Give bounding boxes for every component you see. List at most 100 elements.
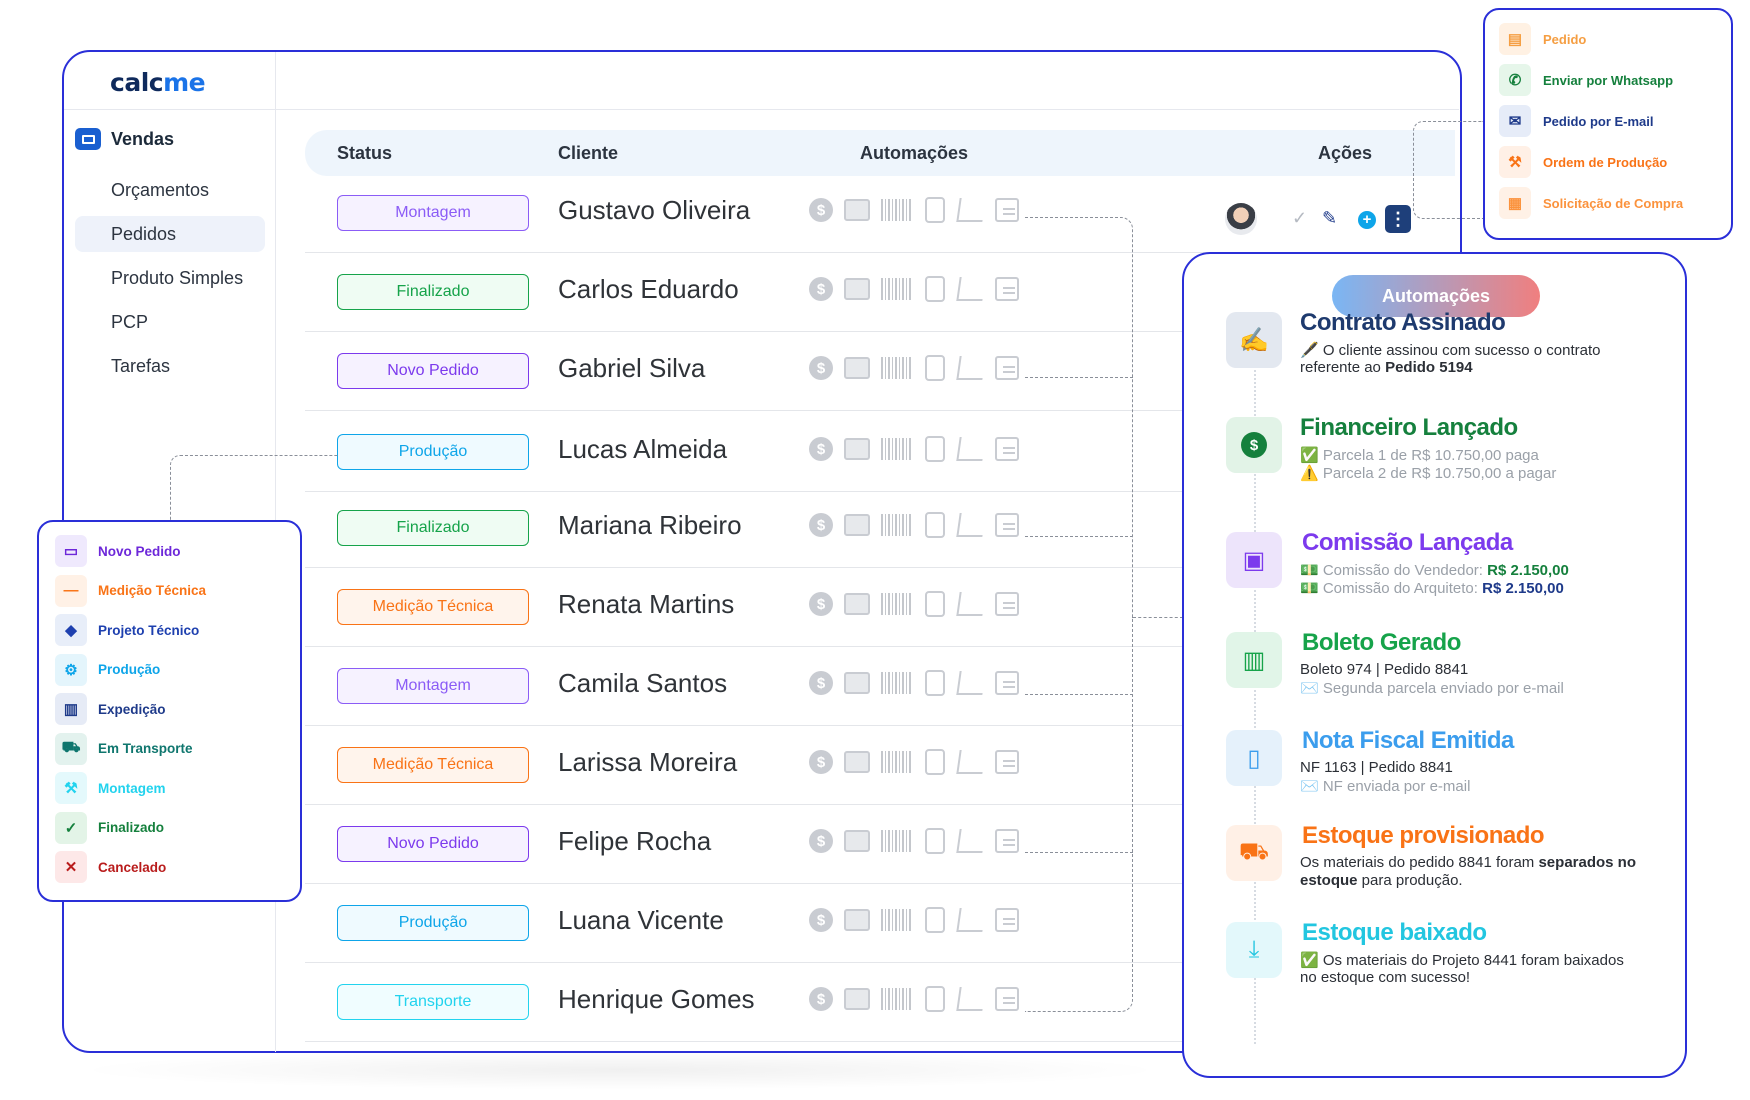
column-acoes[interactable]: Ações [1318, 143, 1372, 164]
client-name[interactable]: Luana Vicente [558, 905, 724, 936]
legend-item[interactable]: ⚒ Montagem [55, 772, 166, 804]
status-badge[interactable]: Medição Técnica [337, 589, 529, 625]
barcode-icon[interactable] [880, 749, 912, 775]
invoice-icon[interactable] [922, 907, 948, 933]
wallet-icon[interactable] [844, 907, 870, 933]
status-badge[interactable]: Medição Técnica [337, 747, 529, 783]
table-row[interactable]: Montagem Gustavo Oliveira $ [305, 175, 1435, 253]
app-logo[interactable]: calcme [110, 68, 206, 97]
wallet-icon[interactable] [844, 355, 870, 381]
client-name[interactable]: Gustavo Oliveira [558, 195, 750, 226]
wallet-icon[interactable] [844, 670, 870, 696]
note-icon[interactable] [994, 986, 1020, 1012]
sidebar-item-tarefas[interactable]: Tarefas [75, 348, 265, 384]
barcode-icon[interactable] [880, 436, 912, 462]
dollar-icon[interactable]: $ [808, 197, 834, 223]
client-name[interactable]: Camila Santos [558, 668, 727, 699]
dollar-icon[interactable]: $ [808, 749, 834, 775]
barcode-icon[interactable] [880, 986, 912, 1012]
client-name[interactable]: Felipe Rocha [558, 826, 711, 857]
kebab-menu-button[interactable]: ⋮ [1385, 205, 1411, 233]
wallet-icon[interactable] [844, 197, 870, 223]
dollar-icon[interactable]: $ [808, 986, 834, 1012]
barcode-icon[interactable] [880, 355, 912, 381]
avatar[interactable] [1225, 203, 1257, 235]
status-badge[interactable]: Produção [337, 905, 529, 941]
client-name[interactable]: Mariana Ribeiro [558, 510, 742, 541]
invoice-icon[interactable] [922, 436, 948, 462]
note-icon[interactable] [994, 670, 1020, 696]
cart-icon[interactable] [956, 749, 986, 775]
note-icon[interactable] [994, 512, 1020, 538]
dollar-icon[interactable]: $ [808, 436, 834, 462]
wallet-icon[interactable] [844, 512, 870, 538]
barcode-icon[interactable] [880, 907, 912, 933]
invoice-icon[interactable] [922, 828, 948, 854]
menu-item-pdf[interactable]: ▤ Pedido [1499, 23, 1586, 55]
dollar-icon[interactable]: $ [808, 907, 834, 933]
client-name[interactable]: Carlos Eduardo [558, 274, 739, 305]
invoice-icon[interactable] [922, 355, 948, 381]
note-icon[interactable] [994, 828, 1020, 854]
status-badge[interactable]: Finalizado [337, 274, 529, 310]
client-name[interactable]: Renata Martins [558, 589, 734, 620]
wallet-icon[interactable] [844, 591, 870, 617]
invoice-icon[interactable] [922, 670, 948, 696]
cart-icon[interactable] [956, 276, 986, 302]
cart-icon[interactable] [956, 512, 986, 538]
sidebar-item-orcamentos[interactable]: Orçamentos [75, 172, 265, 208]
cart-icon[interactable] [956, 197, 986, 223]
invoice-icon[interactable] [922, 512, 948, 538]
legend-item[interactable]: ⛟ Em Transporte [55, 732, 193, 765]
menu-item-whatsapp[interactable]: ✆ Enviar por Whatsapp [1499, 64, 1673, 96]
dollar-icon[interactable]: $ [808, 355, 834, 381]
client-name[interactable]: Larissa Moreira [558, 747, 737, 778]
legend-item[interactable]: ✓ Finalizado [55, 811, 164, 844]
column-status[interactable]: Status [337, 143, 392, 164]
invoice-icon[interactable] [922, 197, 948, 223]
barcode-icon[interactable] [880, 197, 912, 223]
sidebar-section-vendas[interactable]: Vendas [75, 128, 174, 150]
legend-item[interactable]: ◆ Projeto Técnico [55, 614, 199, 646]
dollar-icon[interactable]: $ [808, 276, 834, 302]
cart-icon[interactable] [956, 355, 986, 381]
status-badge[interactable]: Finalizado [337, 510, 529, 546]
barcode-icon[interactable] [880, 591, 912, 617]
status-badge[interactable]: Novo Pedido [337, 826, 529, 862]
cart-icon[interactable] [956, 828, 986, 854]
invoice-icon[interactable] [922, 276, 948, 302]
note-icon[interactable] [994, 276, 1020, 302]
check-icon[interactable]: ✓ [1292, 208, 1307, 229]
status-badge[interactable]: Novo Pedido [337, 353, 529, 389]
note-icon[interactable] [994, 197, 1020, 223]
status-badge[interactable]: Montagem [337, 668, 529, 704]
barcode-icon[interactable] [880, 276, 912, 302]
cart-icon[interactable] [956, 591, 986, 617]
sidebar-item-produto-simples[interactable]: Produto Simples [75, 260, 265, 296]
note-icon[interactable] [994, 749, 1020, 775]
dollar-icon[interactable]: $ [808, 828, 834, 854]
status-badge[interactable]: Produção [337, 434, 529, 470]
client-name[interactable]: Lucas Almeida [558, 434, 727, 465]
plus-icon[interactable]: + [1358, 211, 1376, 229]
dollar-icon[interactable]: $ [808, 512, 834, 538]
barcode-icon[interactable] [880, 670, 912, 696]
barcode-icon[interactable] [880, 512, 912, 538]
sidebar-item-pedidos[interactable]: Pedidos [75, 216, 265, 252]
barcode-icon[interactable] [880, 828, 912, 854]
legend-item[interactable]: ▭ Novo Pedido [55, 535, 181, 567]
wallet-icon[interactable] [844, 276, 870, 302]
cart-icon[interactable] [956, 986, 986, 1012]
wallet-icon[interactable] [844, 436, 870, 462]
dollar-icon[interactable]: $ [808, 670, 834, 696]
dollar-icon[interactable]: $ [808, 591, 834, 617]
client-name[interactable]: Gabriel Silva [558, 353, 705, 384]
cart-icon[interactable] [956, 670, 986, 696]
client-name[interactable]: Henrique Gomes [558, 984, 755, 1015]
menu-item-email[interactable]: ✉ Pedido por E-mail [1499, 105, 1654, 137]
wallet-icon[interactable] [844, 986, 870, 1012]
status-badge[interactable]: Transporte [337, 984, 529, 1020]
wallet-icon[interactable] [844, 828, 870, 854]
note-icon[interactable] [994, 591, 1020, 617]
invoice-icon[interactable] [922, 591, 948, 617]
